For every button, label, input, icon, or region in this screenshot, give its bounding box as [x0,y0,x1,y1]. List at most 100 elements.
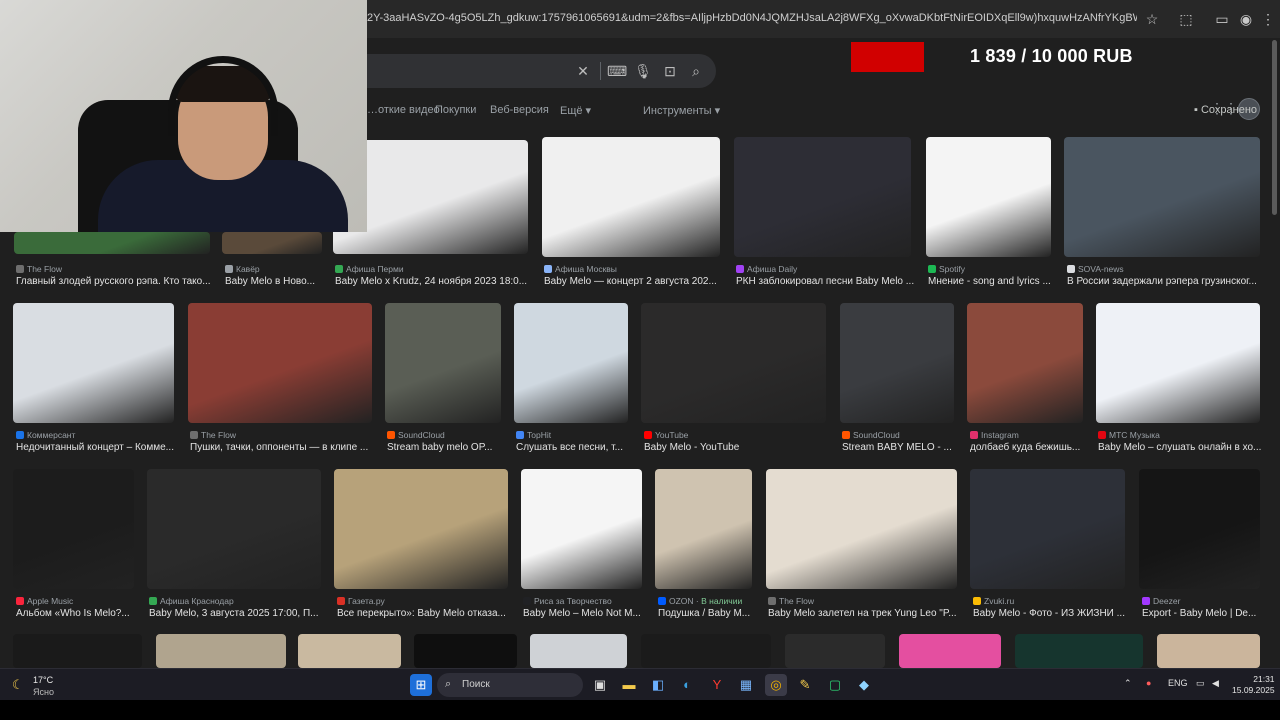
result-source[interactable]: Deezer [1142,596,1262,606]
result-source[interactable]: The Flow [768,596,964,606]
language-indicator[interactable]: ENG [1168,678,1188,688]
result-image[interactable] [926,137,1051,257]
result-caption[interactable]: Baby Melo, 3 августа 2025 17:00, П... [149,608,328,619]
mic-icon[interactable]: 🎙 [633,61,653,81]
result-image[interactable] [1015,634,1143,668]
result-source[interactable]: YouTube [644,430,834,440]
result-image[interactable] [334,469,508,589]
result-image[interactable] [156,634,286,668]
result-caption[interactable]: Baby Melo – слушать онлайн в хо... [1098,442,1262,453]
extensions-icon[interactable]: ⬚ [1176,9,1196,29]
filter-shopping[interactable]: Покупки [435,104,476,116]
result-source[interactable]: Zvuki.ru [973,596,1133,606]
result-caption[interactable]: Пушки, тачки, оппоненты — в клипе ... [190,442,379,453]
mic-muted-icon[interactable]: ● [1146,678,1151,688]
result-source[interactable]: Apple Music [16,596,141,606]
result-image[interactable] [414,634,517,668]
chrome-icon[interactable]: ◎ [765,674,787,696]
result-source[interactable]: Афиша Краснодар [149,596,328,606]
result-caption[interactable]: Мнение - song and lyrics ... [928,276,1058,287]
page-scrollbar[interactable] [1272,40,1277,215]
result-image[interactable] [1096,303,1260,423]
result-source[interactable]: Афиша Москвы [544,264,728,274]
bookmark-star-icon[interactable]: ☆ [1142,9,1162,29]
search-icon[interactable]: ⌕ [686,61,706,81]
yandex-browser-icon[interactable]: Y [706,674,728,696]
result-caption[interactable]: Альбом «Who Is Melo?... [16,608,141,619]
result-image[interactable] [14,232,210,254]
result-image[interactable] [147,469,321,589]
edge-icon[interactable]: ◐ [676,674,698,696]
network-icon[interactable]: ▭ [1196,678,1205,689]
result-source[interactable]: OZON · В наличии [658,596,760,606]
result-image[interactable] [785,634,885,668]
result-image[interactable] [13,303,174,423]
search-box[interactable]: ✕ ⌨ 🎙 ⊡ ⌕ [330,54,716,88]
result-source[interactable]: МТС Музыка [1098,430,1262,440]
result-image[interactable] [967,303,1083,423]
result-source[interactable]: The Flow [190,430,379,440]
volume-icon[interactable]: ◀ [1212,678,1219,689]
result-image[interactable] [1139,469,1260,589]
keyboard-icon[interactable]: ⌨ [607,61,627,81]
tray-overflow-icon[interactable]: ⌃ [1124,678,1132,689]
result-caption[interactable]: Stream BABY MELO - ... [842,442,961,453]
result-source[interactable]: Риса за Творчество [523,596,649,606]
result-image[interactable] [514,303,628,423]
filter-web[interactable]: Веб-версия [490,104,549,116]
result-caption[interactable]: В России задержали рэпера грузинског... [1067,276,1262,287]
result-image[interactable] [641,303,826,423]
file-explorer-icon[interactable]: ▬ [618,674,640,696]
result-caption[interactable]: Слушать все песни, т... [516,442,635,453]
result-image[interactable] [188,303,372,423]
result-caption[interactable]: Baby Melo в Ново... [225,276,327,287]
result-source[interactable]: Коммерсант [16,430,182,440]
result-source[interactable]: Spotify [928,264,1058,274]
filter-more[interactable]: Ещё ▾ [560,104,591,117]
notes-icon[interactable]: ✎ [794,674,816,696]
result-image[interactable] [970,469,1125,589]
result-caption[interactable]: Export - Baby Melo | De... [1142,608,1262,619]
result-source[interactable]: SOVA-news [1067,264,1262,274]
result-source[interactable]: Афиша Перми [335,264,536,274]
result-caption[interactable]: Главный злодей русского рэпа. Кто тако..… [16,276,216,287]
clear-search-icon[interactable]: ✕ [573,61,593,81]
result-image[interactable] [13,469,134,589]
profile-icon[interactable]: ◉ [1236,9,1256,29]
result-image[interactable] [521,469,642,589]
result-image[interactable] [734,137,911,257]
result-image[interactable] [840,303,954,423]
result-source[interactable]: Газета.ру [337,596,515,606]
result-caption[interactable]: Подушка / Baby M... [658,608,760,619]
result-caption[interactable]: Baby Melo — концерт 2 августа 202... [544,276,728,287]
result-image[interactable] [1064,137,1260,257]
result-image[interactable] [1157,634,1260,668]
saved-link[interactable]: ▪ Сохранено [1194,104,1257,116]
result-image[interactable] [641,634,771,668]
result-image[interactable] [899,634,1001,668]
cast-icon[interactable]: ▭ [1212,9,1232,29]
tools-menu[interactable]: Инструменты ▾ [643,104,720,117]
result-caption[interactable]: Все перекрыто»: Baby Melo отказа... [337,608,515,619]
result-image[interactable] [542,137,720,257]
result-caption[interactable]: Baby Melo x Krudz, 24 ноября 2023 18:0..… [335,276,536,287]
result-image[interactable] [13,634,142,668]
obs-icon[interactable]: ▢ [824,674,846,696]
result-image[interactable] [222,232,322,254]
lens-icon[interactable]: ⊡ [660,61,680,81]
result-source[interactable]: Instagram [970,430,1090,440]
filter-short-videos[interactable]: …откие видео [367,104,440,116]
result-source[interactable]: SoundCloud [387,430,508,440]
taskbar-search[interactable]: ⌕ Поиск [437,673,583,697]
result-caption[interactable]: РКН заблокировал песни Baby Melo ... [736,276,920,287]
result-caption[interactable]: долбаеб куда бежишь... [970,442,1090,453]
system-clock[interactable]: 21:31 15.09.2025 [1232,674,1275,696]
result-source[interactable]: Афиша Daily [736,264,920,274]
result-source[interactable]: Кавёр [225,264,327,274]
result-image[interactable] [766,469,957,589]
result-caption[interactable]: Stream baby melo OP... [387,442,508,453]
result-caption[interactable]: Baby Melo залетел на трек Yung Leo "P... [768,608,964,619]
result-caption[interactable]: Baby Melo - Фото - ИЗ ЖИЗНИ ... [973,608,1133,619]
steam-icon[interactable]: ◆ [853,674,875,696]
result-image[interactable] [655,469,752,589]
